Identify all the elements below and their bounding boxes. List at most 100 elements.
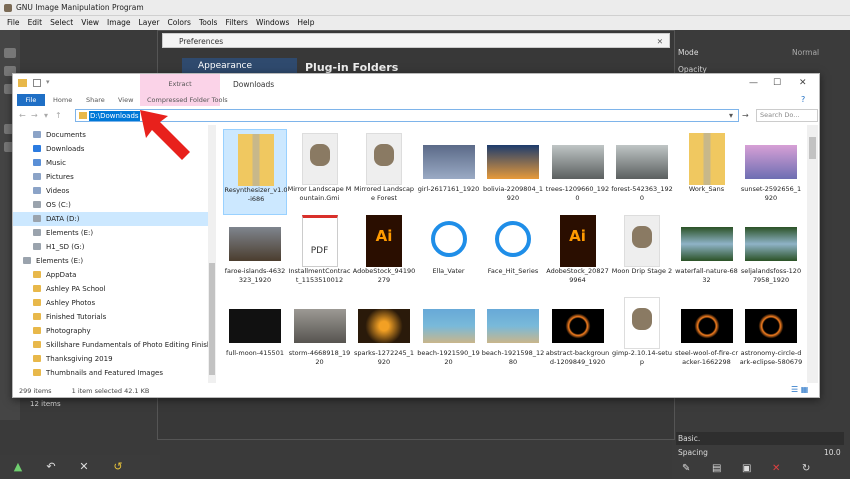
file-item[interactable]: abstract-background-1209849_1920 xyxy=(546,293,610,379)
search-input[interactable]: Search Do... xyxy=(756,109,818,122)
drive-icon xyxy=(33,131,41,138)
file-item[interactable]: Ella_Vater xyxy=(417,211,481,297)
scrollbar-thumb[interactable] xyxy=(809,137,816,159)
gimp-menu-image[interactable]: Image xyxy=(103,16,135,30)
recent-dropdown-icon[interactable]: ▾ xyxy=(44,111,48,120)
file-item[interactable]: girl-2617161_1920 xyxy=(417,129,481,215)
file-item[interactable]: faroe-islands-4632323_1920 xyxy=(223,211,287,297)
tab-compressed-folder-tools[interactable]: Compressed Folder Tools xyxy=(147,94,228,106)
file-item[interactable]: sparks-1272245_1920 xyxy=(352,293,416,379)
file-name: Ella_Vater xyxy=(432,267,465,275)
gimp-menu-layer[interactable]: Layer xyxy=(135,16,164,30)
help-icon[interactable]: ? xyxy=(801,95,805,104)
brush-preset-field[interactable]: Basic. xyxy=(676,432,844,445)
file-item[interactable]: sunset-2592656_1920 xyxy=(739,129,803,215)
nav-item[interactable]: AppData xyxy=(13,268,208,282)
back-arrow-icon[interactable]: ← xyxy=(19,111,26,120)
beach-file-icon xyxy=(487,309,539,343)
drive-icon xyxy=(33,229,41,236)
file-item[interactable]: Mirror Landscape Mountain.Gmi xyxy=(288,129,352,215)
file-item[interactable]: PDF InstallmentContract_1153510012 xyxy=(288,211,352,297)
nav-item[interactable]: DATA (D:) xyxy=(13,212,208,226)
file-item[interactable]: trees-1209660_1920 xyxy=(546,129,610,215)
file-item[interactable]: Moon Drip Stage 2 xyxy=(610,211,674,297)
large-icons-view-icon[interactable]: ▦ xyxy=(801,385,809,394)
export-icon[interactable]: ▲ xyxy=(12,461,24,473)
nav-item[interactable]: Photography xyxy=(13,324,208,338)
file-name: astronomy-circle-dark-eclipse-580679 xyxy=(739,349,803,366)
clear-icon[interactable]: ✕ xyxy=(78,461,90,473)
gimp-menu-windows[interactable]: Windows xyxy=(252,16,293,30)
file-item[interactable]: waterfall-nature-6832 xyxy=(675,211,739,297)
nav-item[interactable]: Thanksgiving 2019 xyxy=(13,352,208,366)
tab-home[interactable]: Home xyxy=(53,94,72,106)
nav-item[interactable]: Ashley Photos xyxy=(13,296,208,310)
file-item[interactable]: Face_Hit_Series xyxy=(481,211,545,297)
minimize-icon[interactable]: — xyxy=(749,78,758,88)
undo-icon[interactable]: ↶ xyxy=(45,461,57,473)
scrollbar-thumb[interactable] xyxy=(209,263,215,375)
file-item[interactable]: Work_Sans xyxy=(675,129,739,215)
rect-select-tool-icon[interactable] xyxy=(4,48,16,58)
view-toggle[interactable]: ☰ ▦ xyxy=(791,385,808,394)
file-item[interactable]: beach-1921598_1280 xyxy=(481,293,545,379)
address-text[interactable]: D:\Downloads xyxy=(89,111,140,121)
nav-item[interactable]: Elements (E:) xyxy=(13,226,208,240)
tab-share[interactable]: Share xyxy=(86,94,105,106)
gimp-menu-select[interactable]: Select xyxy=(46,16,77,30)
file-item[interactable]: beach-1921590_1920 xyxy=(417,293,481,379)
nav-item[interactable]: Thumbnails and Featured Images xyxy=(13,366,208,380)
nav-item[interactable]: OS (C:) xyxy=(13,198,208,212)
gimp-menu-help[interactable]: Help xyxy=(293,16,318,30)
reset-icon[interactable]: ↺ xyxy=(112,461,124,473)
gimp-menu-view[interactable]: View xyxy=(77,16,103,30)
nav-item[interactable]: Skillshare Fundamentals of Photo Editing… xyxy=(13,338,216,352)
gimp-menu-edit[interactable]: Edit xyxy=(24,16,47,30)
file-item[interactable]: storm-4668918_1920 xyxy=(288,293,352,379)
file-item[interactable]: Mirrored Landscape Forest xyxy=(352,129,416,215)
up-arrow-icon[interactable]: ↑ xyxy=(55,111,62,120)
address-dropdown-icon[interactable]: ▾ xyxy=(729,111,733,120)
eclipse-file-icon xyxy=(745,309,797,343)
mode-value[interactable]: Normal xyxy=(792,48,819,57)
file-item[interactable]: Ai AdobeStock_208279964 xyxy=(546,211,610,297)
gimp-menu-colors[interactable]: Colors xyxy=(163,16,195,30)
maximize-icon[interactable]: ☐ xyxy=(773,78,781,88)
nav-item[interactable]: Videos xyxy=(13,184,208,198)
file-item[interactable]: Resynthesizer_v1.0-i686 xyxy=(223,129,287,215)
gimp-menu-tools[interactable]: Tools xyxy=(195,16,221,30)
close-icon[interactable]: ✕ xyxy=(657,34,663,49)
file-item[interactable]: full-moon-415501 xyxy=(223,293,287,379)
gimp-menu-filters[interactable]: Filters xyxy=(221,16,251,30)
file-item[interactable]: steel-wool-of-fire-cracker-1662298 xyxy=(675,293,739,379)
nav-item[interactable]: Ashley PA School xyxy=(13,282,208,296)
duplicate-icon[interactable]: ▣ xyxy=(742,463,751,474)
nav-item[interactable]: H1_SD (G:) xyxy=(13,240,208,254)
tab-file[interactable]: File xyxy=(17,94,45,106)
nav-item[interactable]: Elements (E:) xyxy=(13,254,208,268)
file-item[interactable]: gimp-2.10.14-setup xyxy=(610,293,674,379)
document-icon[interactable]: ▤ xyxy=(712,463,721,474)
refresh-icon[interactable]: → xyxy=(742,111,749,120)
preferences-sidebar-item-appearance[interactable]: Appearance xyxy=(182,58,297,74)
file-item[interactable]: bolivia-2209804_1920 xyxy=(481,129,545,215)
file-item[interactable]: seljalandsfoss-1207958_1920 xyxy=(739,211,803,297)
file-item[interactable]: astronomy-circle-dark-eclipse-580679 xyxy=(739,293,803,379)
file-item[interactable]: Ai AdobeStock_94190279 xyxy=(352,211,416,297)
spacing-value[interactable]: 10.0 xyxy=(824,448,841,457)
tab-view[interactable]: View xyxy=(118,94,133,106)
file-item[interactable]: forest-542363_1920 xyxy=(610,129,674,215)
quick-access-dropdown-icon[interactable]: ▾ xyxy=(46,78,50,86)
refresh-icon[interactable]: ↻ xyxy=(802,463,810,474)
delete-icon[interactable]: ✕ xyxy=(772,463,780,474)
properties-icon[interactable] xyxy=(33,79,41,87)
forward-arrow-icon[interactable]: → xyxy=(31,111,38,120)
details-view-icon[interactable]: ☰ xyxy=(791,385,798,394)
preferences-title: Preferences xyxy=(179,37,224,46)
paint-icon[interactable]: ✎ xyxy=(682,463,690,474)
close-icon[interactable]: ✕ xyxy=(799,78,807,88)
nav-item[interactable]: Finished Tutorials xyxy=(13,310,208,324)
content-scrollbar[interactable] xyxy=(807,125,818,383)
nav-item[interactable]: Pictures xyxy=(13,170,208,184)
gimp-menu-file[interactable]: File xyxy=(3,16,24,30)
